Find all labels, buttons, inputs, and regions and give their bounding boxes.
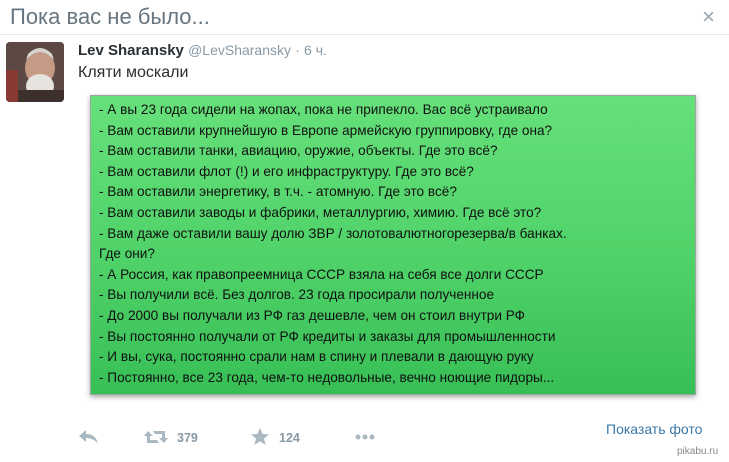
photo-text-line: - До 2000 вы получали из РФ газ дешевле,… [99, 307, 525, 323]
photo-text-line: - Вам оставили флот (!) и его инфраструк… [99, 163, 474, 179]
photo-text-line: - Вам оставили крупнейшую в Европе армей… [99, 122, 553, 138]
tweet-actions: 379 124 [78, 428, 398, 448]
photo-text-line: - Вы получили всё. Без долгов. 23 года п… [99, 287, 495, 303]
close-icon[interactable]: × [702, 4, 715, 30]
photo-text-line: - Вам даже оставили вашу долю ЗВР / золо… [99, 225, 567, 241]
tweet-text: Кляти москали [78, 64, 189, 81]
tweet-header: Lev Sharansky @LevSharansky · 6 ч. [78, 42, 327, 59]
more-icon[interactable] [354, 428, 376, 451]
author-name[interactable]: Lev Sharansky [78, 42, 184, 59]
photo-text-line: - И вы, сука, постоянно срали нам в спин… [99, 349, 534, 365]
tweet-time[interactable]: 6 ч. [304, 42, 327, 58]
photo-text-line: - Вам оставили энергетику, в т.ч. - атом… [99, 184, 457, 200]
header-divider [0, 34, 729, 35]
retweet-count: 379 [177, 431, 198, 445]
photo-text-line: - Вам оставили заводы и фабрики, металлу… [99, 204, 542, 220]
watermark: pikabu.ru [677, 446, 719, 457]
star-icon[interactable] [250, 428, 270, 451]
photo-text-line: Где они? [99, 246, 155, 262]
photo-text-line: - Вы постоянно получали от РФ кредиты и … [99, 328, 556, 344]
author-handle[interactable]: @LevSharansky [188, 42, 291, 58]
photo-text-line: - А вы 23 года сидели на жопах, пока не … [99, 102, 548, 117]
time-separator: · [295, 42, 300, 58]
retweet-icon[interactable] [143, 428, 169, 451]
reply-icon[interactable] [78, 428, 100, 451]
show-photo-link[interactable]: Показать фото [606, 421, 702, 437]
photo-text-line: - Постоянно, все 23 года, чем-то недовол… [99, 369, 555, 385]
modal-header: Пока вас не было... × [0, 0, 729, 34]
photo-text-line: - Вам оставили танки, авиацию, оружие, о… [99, 143, 498, 159]
tweet-photo[interactable]: - А вы 23 года сидели на жопах, пока не … [90, 95, 696, 395]
favorite-count: 124 [279, 431, 300, 445]
photo-text-line: - А Россия, как правопреемница СССР взял… [99, 266, 544, 282]
modal-title: Пока вас не было... [10, 4, 210, 29]
avatar[interactable] [6, 42, 64, 102]
